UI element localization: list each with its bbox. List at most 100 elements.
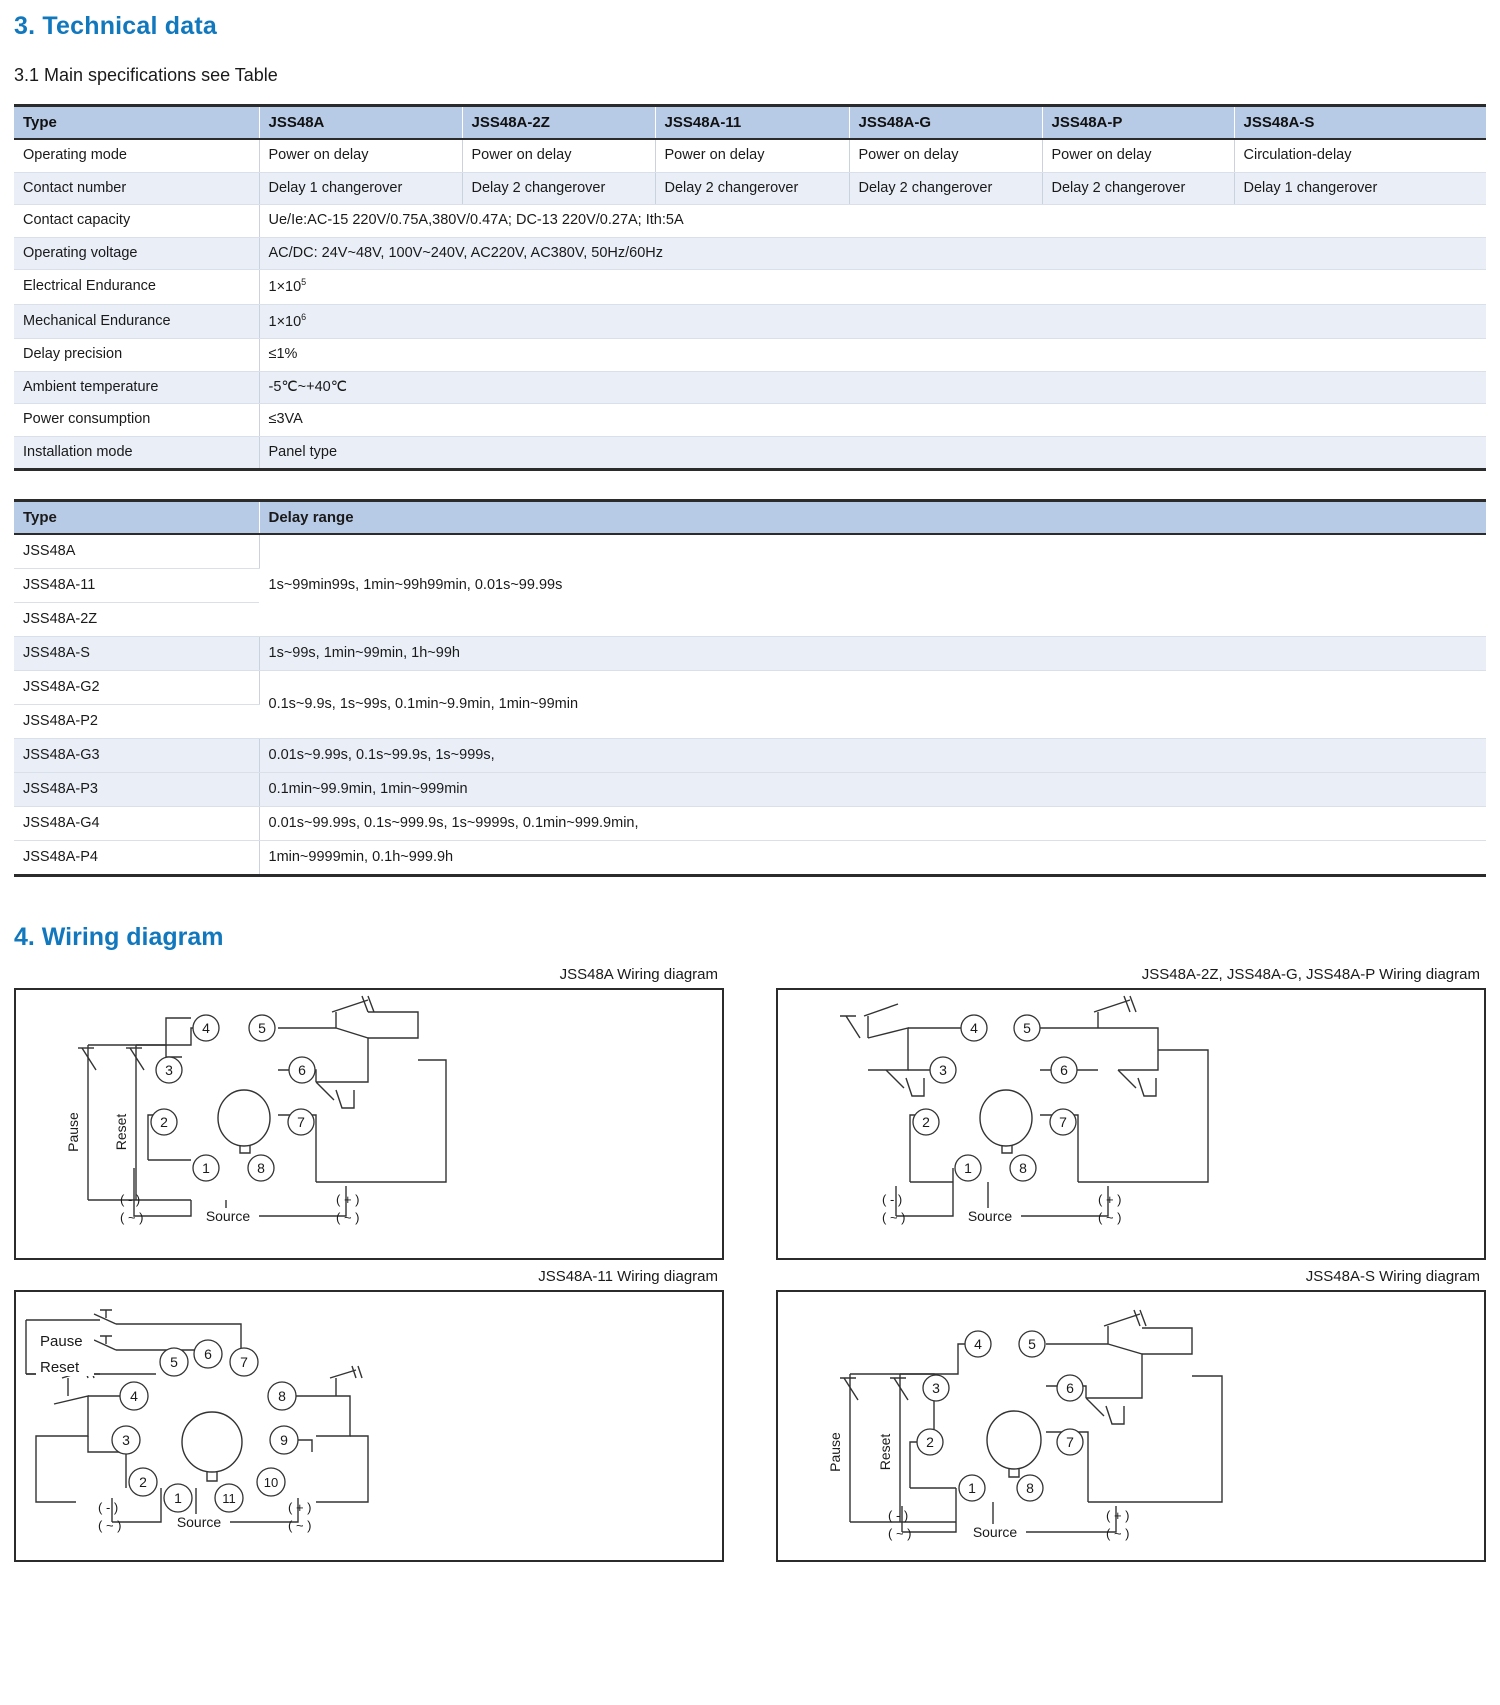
pin-label-7: 7 [1059, 1114, 1067, 1130]
table-row: JSS48A-S 1s~99s, 1min~99min, 1h~99h [14, 636, 1486, 672]
reset-label: Reset [877, 1434, 893, 1471]
row-label: Mechanical Endurance [14, 304, 260, 340]
pin-markers: 4 5 3 6 2 7 1 8 [150, 1014, 316, 1183]
pin-markers: 4 5 3 6 2 7 1 8 [916, 1330, 1084, 1503]
wiring-svg-jss48a-11: 5 6 7 4 8 3 9 2 10 1 11 Pause Reset (- … [25, 1309, 369, 1533]
pin-label-9: 9 [280, 1432, 288, 1448]
type-value: JSS48A-P2 [14, 704, 259, 740]
source-label: Source [973, 1524, 1018, 1540]
pin-label-1: 1 [174, 1490, 182, 1506]
table-row: JSS48A-P3 0.1min~99.9min, 1min~999min [14, 772, 1486, 808]
pin-label-8: 8 [1019, 1160, 1027, 1176]
pin-label-10: 10 [264, 1475, 278, 1490]
cell-value: Power on delay [1042, 139, 1235, 173]
cell-value: Power on delay [462, 139, 656, 173]
pin-label-4: 4 [974, 1336, 982, 1352]
terminal-minus-label: ( - ) [98, 1500, 118, 1515]
pin-label-1: 1 [968, 1480, 976, 1496]
terminal-plus-label: ( + ) [1098, 1192, 1121, 1207]
pin-label-6: 6 [298, 1062, 306, 1078]
endurance-exponent: 5 [301, 277, 307, 288]
type-value: JSS48A-G2 [14, 670, 260, 706]
table-row: JSS48A-G3 0.01s~9.99s, 0.1s~99.9s, 1s~99… [14, 738, 1486, 774]
col-header-delay-range: Delay range [259, 500, 1486, 536]
delay-range-value: 0.01s~9.99s, 0.1s~99.9s, 1s~999s, [259, 738, 1486, 774]
pin-label-11: 11 [222, 1491, 236, 1506]
pin-markers: 4 5 3 6 2 7 1 8 [912, 1014, 1078, 1183]
delay-range-value: 1min~9999min, 0.1h~999.9h [259, 840, 1486, 876]
terminal-minus-label: ( - ) [888, 1508, 908, 1523]
endurance-value: 1×10 [268, 279, 302, 296]
type-value: JSS48A-S [14, 636, 260, 672]
pause-label: Pause [65, 1112, 81, 1152]
diagram-caption: JSS48A-S Wiring diagram [1305, 1268, 1480, 1286]
reset-label: Reset [113, 1114, 129, 1151]
type-value: JSS48A-11 [14, 568, 259, 604]
row-label: Electrical Endurance [14, 269, 260, 305]
wiring-svg-jss48a-s: 4 5 3 6 2 7 1 8 Pause Reset (-) (~) … [827, 1310, 1223, 1541]
cell-value-span: 1×105 [259, 269, 1486, 305]
pin-label-5: 5 [1023, 1020, 1031, 1036]
pin-label-7: 7 [1066, 1434, 1074, 1450]
source-label: Source [968, 1208, 1013, 1224]
main-specifications-table: Type JSS48A JSS48A-2Z JSS48A-11 JSS48A-G… [14, 104, 1486, 472]
terminal-ac-label: ( ~ ) [888, 1526, 911, 1541]
delay-range-value: 0.1s~9.9s, 1s~99s, 0.1min~9.9min, 1min~9… [259, 670, 1486, 740]
cell-value: Power on delay [849, 139, 1043, 173]
wiring-section-title: 4. Wiring diagram [14, 923, 224, 952]
terminal-minus-label: ( - ) [120, 1192, 140, 1207]
table-row: Mechanical Endurance 1×106 [14, 304, 1486, 340]
cell-value: Power on delay [655, 139, 850, 173]
diagram-caption: JSS48A-11 Wiring diagram [538, 1268, 718, 1286]
wiring-diagram-jss48a-s: JSS48A-S Wiring diagram 4 5 3 6 2 7 1 8 … [776, 1264, 1486, 1563]
delay-range-value: 1s~99min99s, 1min~99h99min, 0.01s~99.99s [259, 534, 1486, 638]
table-header-row: Type JSS48A JSS48A-2Z JSS48A-11 JSS48A-G… [14, 105, 1486, 140]
cell-value-span: 1×106 [259, 304, 1486, 340]
col-header-jss48a-s: JSS48A-S [1234, 105, 1486, 140]
type-value: JSS48A-G4 [14, 806, 260, 842]
pin-markers: 5 6 7 4 8 3 9 2 10 1 11 [111, 1339, 299, 1514]
wiring-diagram-jss48a: JSS48A Wiring diagram 4 5 3 6 2 7 1 8 Pa… [14, 962, 724, 1261]
terminal-plus-label: ( + ) [1106, 1508, 1129, 1523]
type-value: JSS48A-P4 [14, 840, 260, 876]
pin-label-2: 2 [926, 1434, 934, 1450]
delay-range-value: 1s~99s, 1min~99min, 1h~99h [259, 636, 1486, 672]
cell-value: Delay 2 changerover [1042, 172, 1235, 206]
col-header-type: Type [14, 105, 260, 140]
pin-label-2: 2 [160, 1114, 168, 1130]
type-value: JSS48A-G3 [14, 738, 260, 774]
table-row: Delay precision ≤1% [14, 338, 1486, 372]
cell-value-span: AC/DC: 24V~48V, 100V~240V, AC220V, AC380… [259, 237, 1486, 271]
terminal-ac-label: ( ~ ) [1106, 1526, 1129, 1541]
datasheet-page: 3. Technical data 3.1 Main specification… [0, 12, 1500, 1563]
pin-label-5: 5 [170, 1354, 178, 1370]
page-title: 3. Technical data [14, 12, 218, 40]
table-row: Operating mode Power on delay Power on d… [14, 139, 1486, 173]
delay-range-value: 0.1min~99.9min, 1min~999min [259, 772, 1486, 808]
pin-label-8: 8 [257, 1160, 265, 1176]
row-label: Operating mode [14, 139, 260, 173]
pin-label-4: 4 [130, 1388, 138, 1404]
table-row: JSS48A 1s~99min99s, 1min~99h99min, 0.01s… [14, 534, 1486, 638]
table-row: Electrical Endurance 1×105 [14, 269, 1486, 305]
wiring-svg-jss48a: 4 5 3 6 2 7 1 8 Pause Reset (-) (~) … [65, 996, 447, 1225]
delay-range-value: 0.01s~99.99s, 0.1s~999.9s, 1s~9999s, 0.1… [259, 806, 1486, 842]
endurance-exponent: 6 [301, 311, 307, 322]
pin-label-8: 8 [1026, 1480, 1034, 1496]
subsection-title: 3.1 Main specifications see Table [14, 65, 278, 85]
wiring-diagram-jss48a-2z-g-p: JSS48A-2Z, JSS48A-G, JSS48A-P Wiring dia… [776, 962, 1486, 1261]
pin-label-4: 4 [970, 1020, 978, 1036]
col-header-jss48a-2z: JSS48A-2Z [462, 105, 656, 140]
pin-label-6: 6 [1060, 1062, 1068, 1078]
source-label: Source [206, 1208, 251, 1224]
pin-label-8: 8 [278, 1388, 286, 1404]
wiring-diagram-jss48a-11: JSS48A-11 Wiring diagram 5 6 7 4 8 3 9 2… [14, 1264, 724, 1563]
row-label: Delay precision [14, 338, 260, 372]
terminal-ac-label: ( ~ ) [1098, 1210, 1121, 1225]
cell-value: Delay 2 changerover [849, 172, 1043, 206]
source-label: Source [177, 1514, 222, 1530]
terminal-minus-label: ( - ) [882, 1192, 902, 1207]
row-label: Contact number [14, 172, 260, 206]
table-row: Ambient temperature -5℃~+40℃ [14, 371, 1486, 405]
pin-label-6: 6 [204, 1346, 212, 1362]
